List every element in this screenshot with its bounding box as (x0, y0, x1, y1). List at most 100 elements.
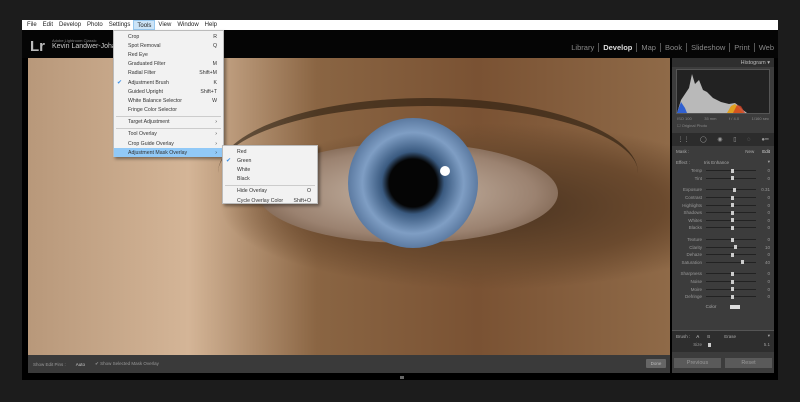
slider-knob[interactable] (731, 176, 734, 181)
slider-track[interactable] (706, 279, 756, 284)
brush-a-button[interactable]: A (696, 334, 699, 339)
exif-value: 35 mm (704, 116, 717, 121)
slider-knob[interactable] (731, 279, 734, 284)
module-develop[interactable]: Develop (599, 43, 638, 52)
slider-sharpness: Sharpness 0 (672, 270, 774, 278)
slider-track[interactable] (706, 187, 756, 192)
menu-item-hide-overlay[interactable]: Hide Overlay O (223, 187, 317, 196)
slider-knob[interactable] (731, 237, 734, 242)
menu-item-crop-guide-overlay[interactable]: Crop Guide Overlay › (114, 139, 223, 148)
slider-track[interactable] (706, 287, 756, 292)
effect-preset-select[interactable]: Iris Enhance (704, 160, 729, 165)
menu-edit[interactable]: Edit (40, 20, 56, 30)
graduated-filter-icon[interactable]: ▯ (733, 136, 736, 143)
slider-track[interactable] (706, 168, 756, 173)
menu-item-cycle-overlay-color[interactable]: Cycle Overlay Color Shift+O (223, 196, 317, 205)
slider-knob[interactable] (731, 271, 734, 276)
menu-item-label: Red Eye (128, 51, 148, 58)
menu-item-crop[interactable]: Crop R (114, 32, 223, 41)
menu-item-red-eye[interactable]: Red Eye (114, 50, 223, 59)
menu-item-white-balance-selector[interactable]: White Balance Selector W (114, 96, 223, 105)
slider-knob[interactable] (741, 260, 744, 265)
red-eye-icon[interactable]: ◉ (717, 136, 722, 143)
menu-settings[interactable]: Settings (106, 20, 134, 30)
menu-item-adjustment-mask-overlay[interactable]: Adjustment Mask Overlay › (114, 148, 223, 158)
module-web[interactable]: Web (755, 43, 778, 52)
menu-file[interactable]: File (24, 20, 40, 30)
menu-item-fringe-color-selector[interactable]: Fringe Color Selector (114, 106, 223, 115)
menu-item-white[interactable]: White (223, 165, 317, 174)
module-map[interactable]: Map (637, 43, 661, 52)
exif-value: ISO 100 (677, 116, 692, 121)
done-button[interactable]: Done (646, 359, 666, 368)
menu-item-spot-removal[interactable]: Spot Removal Q (114, 41, 223, 50)
slider-knob[interactable] (732, 187, 736, 192)
brush-collapse-icon[interactable]: ▾ (768, 333, 770, 339)
module-book[interactable]: Book (661, 43, 688, 52)
previous-button[interactable]: Previous (674, 358, 721, 368)
color-swatch[interactable] (730, 304, 741, 309)
slider-knob[interactable] (731, 287, 734, 292)
slider-track[interactable] (706, 294, 756, 299)
color-label: Color (705, 304, 717, 309)
slider-track[interactable] (706, 218, 756, 223)
checkmark-icon: ✔ (226, 158, 232, 165)
menu-window[interactable]: Window (174, 20, 201, 30)
adjustment-brush-icon[interactable]: ●━ (761, 136, 768, 143)
slider-knob[interactable] (731, 252, 734, 257)
size-slider[interactable] (706, 342, 756, 347)
slider-track[interactable] (706, 195, 756, 200)
crop-tool-icon[interactable]: ⋮⋮ (677, 136, 689, 143)
slider-track[interactable] (706, 225, 756, 230)
slider-knob[interactable] (731, 294, 734, 299)
menu-item-red[interactable]: Red (223, 147, 317, 156)
erase-button[interactable]: Erase (724, 334, 736, 339)
slider-track[interactable] (706, 203, 756, 208)
module-print[interactable]: Print (730, 43, 755, 52)
mask-new-button[interactable]: New (745, 149, 762, 154)
original-photo-checkbox[interactable]: ☐ Original Photo (672, 121, 774, 130)
slider-knob[interactable] (733, 245, 737, 250)
menu-item-black[interactable]: Black (223, 175, 317, 184)
menu-item-radial-filter[interactable]: Radial Filter Shift+M (114, 69, 223, 78)
menu-tools[interactable]: Tools (133, 20, 156, 30)
slider-knob[interactable] (731, 210, 734, 215)
slider-tint: Tint 0 (672, 175, 774, 183)
module-slideshow[interactable]: Slideshow (687, 43, 731, 52)
slider-knob[interactable] (731, 203, 734, 208)
slider-whites: Whites 0 (672, 217, 774, 225)
slider-knob[interactable] (731, 195, 734, 200)
slider-dehaze: Dehaze 0 (672, 251, 774, 259)
brush-b-button[interactable]: B (707, 334, 710, 339)
menu-item-graduated-filter[interactable]: Graduated Filter M (114, 60, 223, 69)
menu-develop[interactable]: Develop (56, 20, 84, 30)
menu-item-guided-upright[interactable]: Guided Upright Shift+T (114, 87, 223, 96)
reset-button[interactable]: Reset (725, 358, 772, 368)
slider-track[interactable] (706, 176, 756, 181)
spot-removal-icon[interactable]: ◯ (700, 136, 707, 143)
slider-track[interactable] (706, 252, 756, 257)
edit-pins-select[interactable]: Auto (76, 362, 85, 367)
menu-item-target-adjustment[interactable]: Target Adjustment › (114, 118, 223, 127)
slider-knob[interactable] (731, 225, 734, 230)
histogram-header[interactable]: Histogram ▾ (672, 58, 774, 67)
slider-track[interactable] (706, 210, 756, 215)
mask-edit-button[interactable]: Edit (762, 149, 770, 154)
menu-item-green[interactable]: ✔ Green (223, 156, 317, 165)
effect-collapse-icon[interactable]: ▾ (768, 159, 770, 165)
show-overlay-checkbox[interactable]: ✔ Show Selected Mask Overlay (95, 361, 159, 367)
slider-track[interactable] (706, 260, 756, 265)
slider-track[interactable] (706, 271, 756, 276)
menu-help[interactable]: Help (202, 20, 220, 30)
slider-knob[interactable] (731, 218, 734, 223)
filmstrip-toggle[interactable] (400, 376, 404, 379)
menu-view[interactable]: View (155, 20, 174, 30)
slider-track[interactable] (706, 237, 756, 242)
module-library[interactable]: Library (567, 43, 600, 52)
slider-track[interactable] (706, 245, 756, 250)
menu-item-adjustment-brush[interactable]: ✔ Adjustment Brush K (114, 78, 223, 87)
menu-item-tool-overlay[interactable]: Tool Overlay › (114, 130, 223, 139)
slider-knob[interactable] (731, 168, 734, 173)
menu-photo[interactable]: Photo (84, 20, 106, 30)
radial-filter-icon[interactable]: ◌ (747, 137, 751, 143)
